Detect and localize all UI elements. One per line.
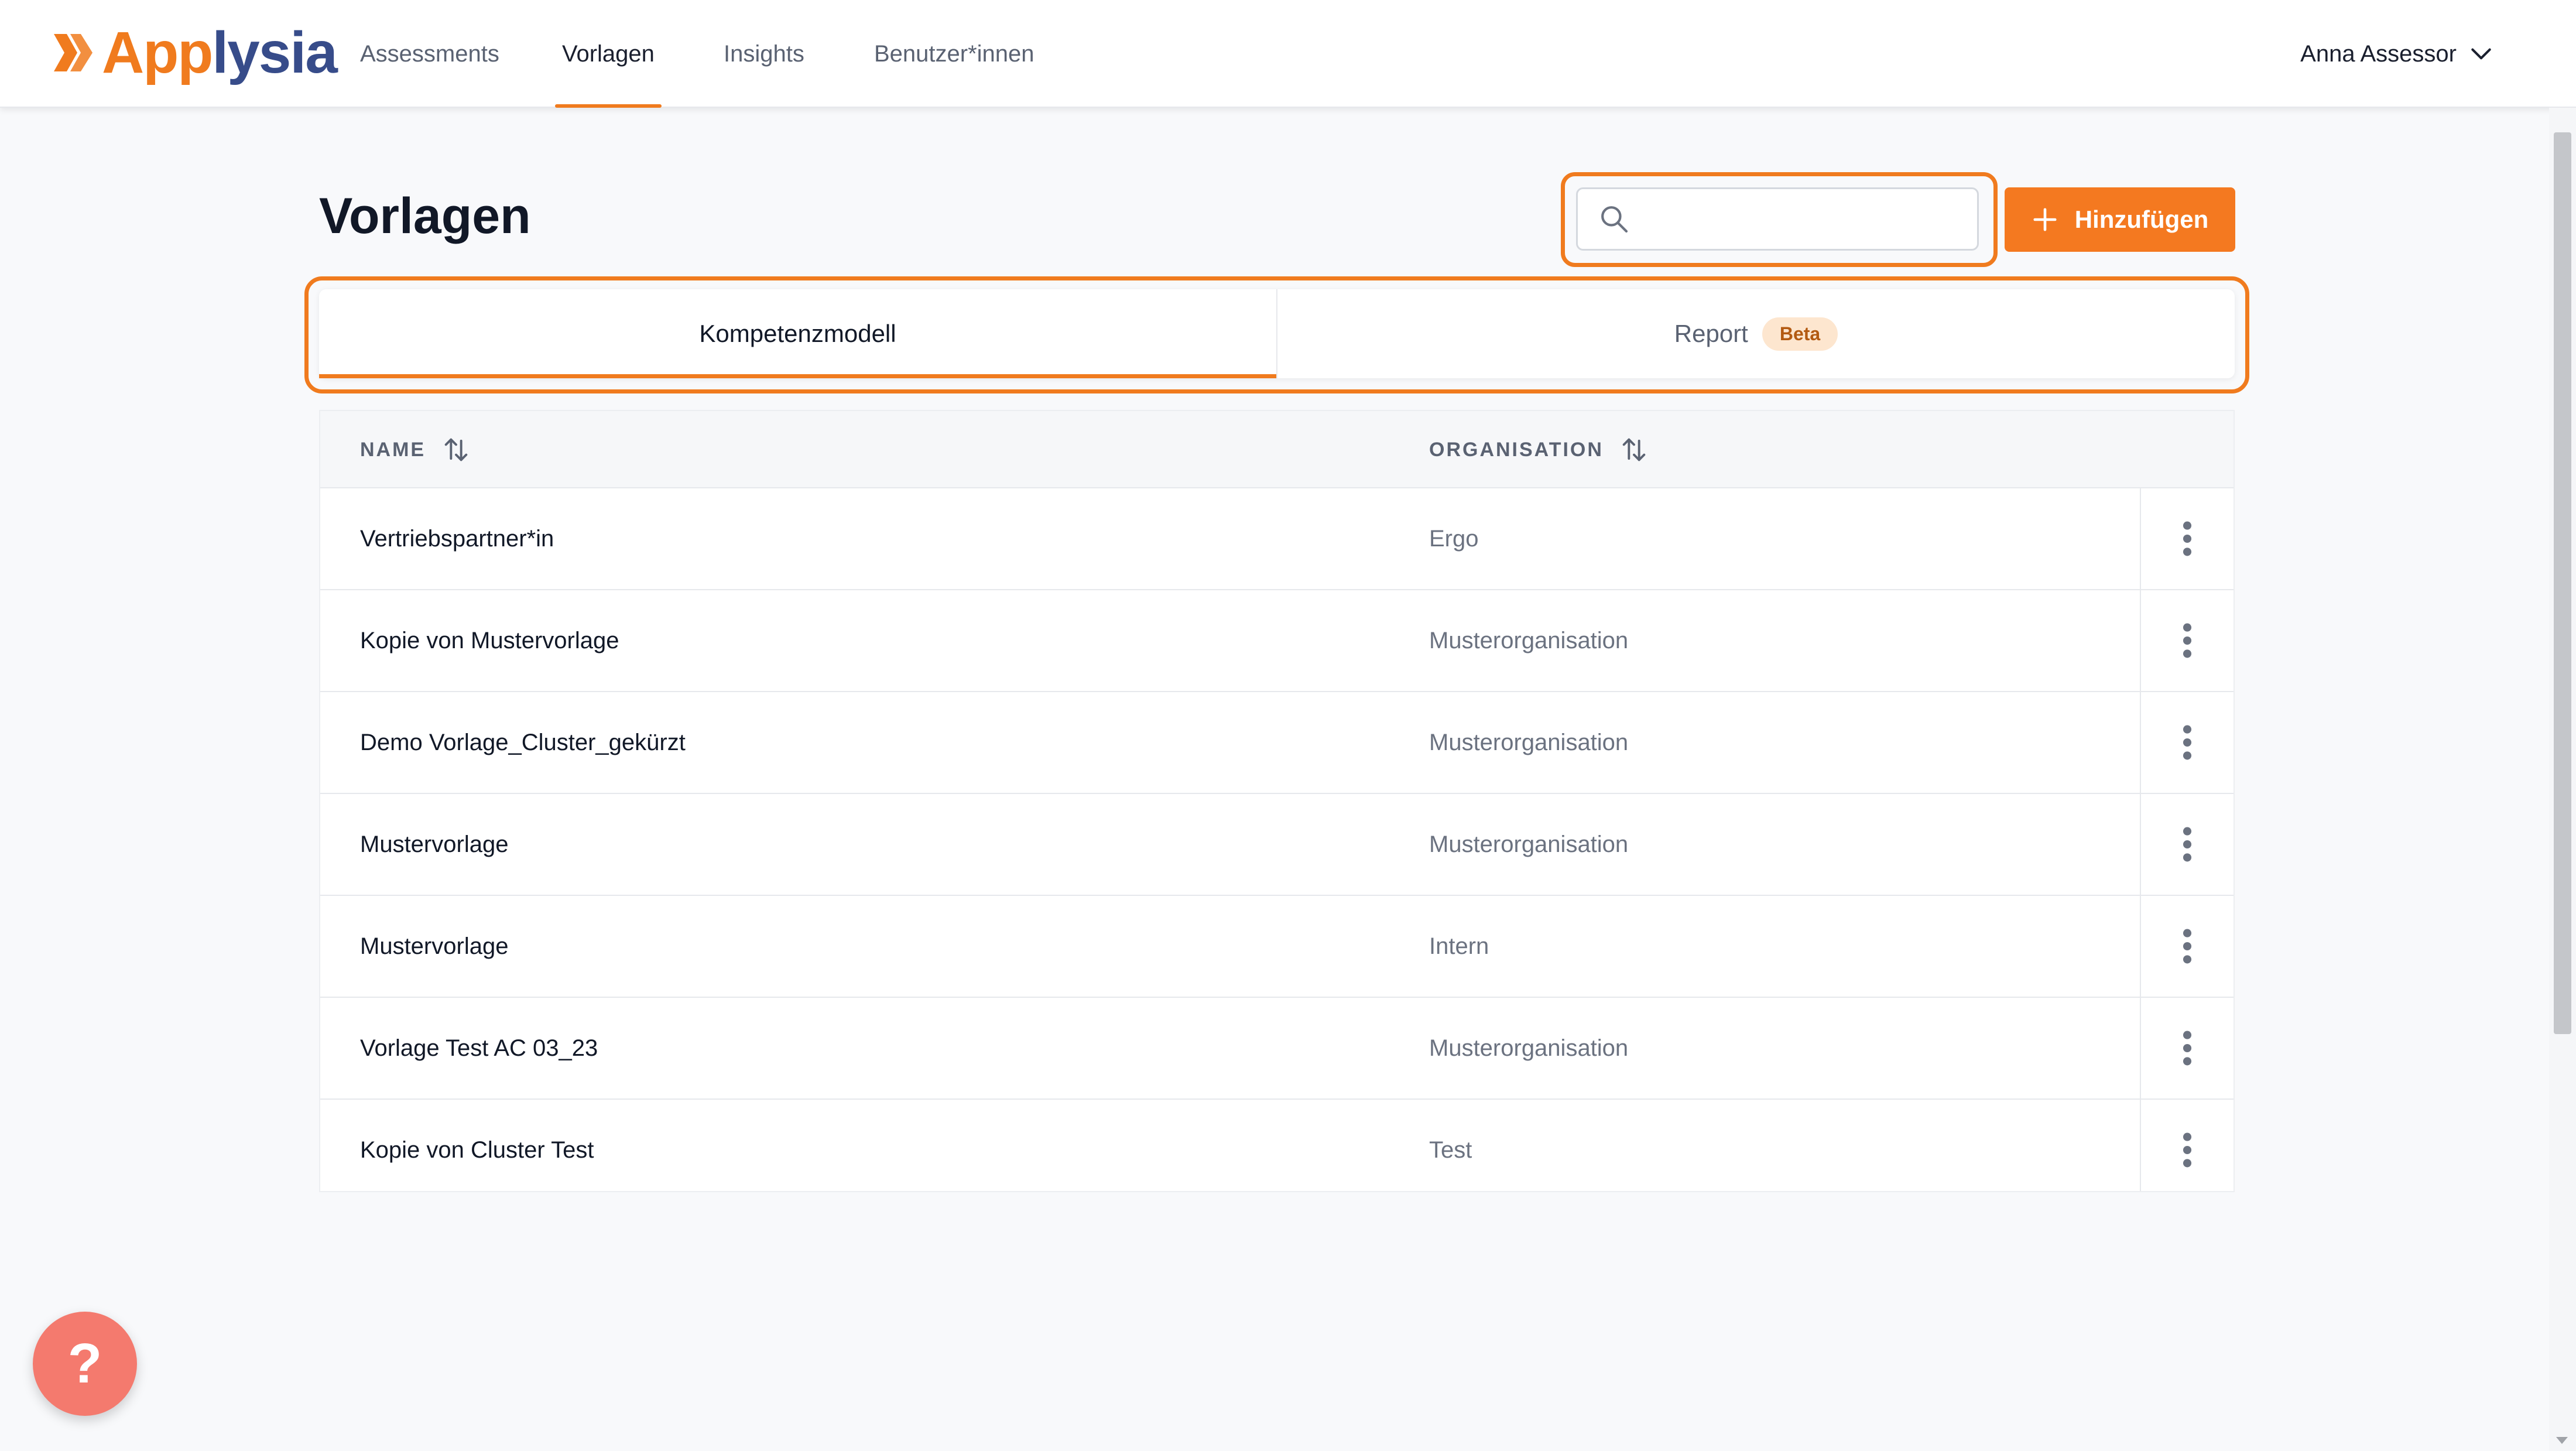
cell-organisation: Musterorganisation xyxy=(1429,627,1629,653)
cell-name: Vertriebspartner*in xyxy=(360,525,554,552)
templates-table: NAME ORGANISATION Vertriebspartner*in Er… xyxy=(319,410,2235,1192)
logo-text-part-1: App xyxy=(102,20,213,85)
row-actions-menu[interactable] xyxy=(2140,590,2234,691)
more-vertical-icon xyxy=(2183,521,2192,556)
cell-organisation: Musterorganisation xyxy=(1429,1035,1629,1061)
help-button[interactable]: ? xyxy=(33,1312,137,1416)
table-row[interactable]: Mustervorlage Intern xyxy=(320,896,2234,998)
more-vertical-icon xyxy=(2183,623,2192,658)
table-row[interactable]: Mustervorlage Musterorganisation xyxy=(320,794,2234,896)
nav-item-benutzer-innen[interactable]: Benutzer*innen xyxy=(874,0,1034,108)
table-row[interactable]: Vorlage Test AC 03_23 Musterorganisation xyxy=(320,998,2234,1100)
search-input[interactable] xyxy=(1642,196,1970,242)
cell-organisation: Test xyxy=(1429,1137,1472,1163)
table-row[interactable]: Kopie von Mustervorlage Musterorganisati… xyxy=(320,590,2234,692)
table-row[interactable]: Vertriebspartner*in Ergo xyxy=(320,488,2234,590)
applysia-logo[interactable]: Applysia xyxy=(52,18,338,88)
logo-text-part-2: lysia xyxy=(212,20,337,85)
row-actions-menu[interactable] xyxy=(2140,692,2234,793)
add-template-button[interactable]: Hinzufügen xyxy=(2005,187,2235,252)
scroll-down-arrow[interactable] xyxy=(2556,1437,2568,1444)
add-button-label: Hinzufügen xyxy=(2074,206,2209,233)
row-actions-menu[interactable] xyxy=(2140,1100,2234,1191)
column-header-name[interactable]: NAME xyxy=(360,411,471,488)
cell-organisation: Musterorganisation xyxy=(1429,729,1629,755)
column-header-organisation[interactable]: ORGANISATION xyxy=(1429,411,1649,488)
search-icon xyxy=(1601,206,1628,233)
plus-icon xyxy=(2033,208,2057,231)
user-name: Anna Assessor xyxy=(2300,40,2457,67)
page-title: Vorlagen xyxy=(319,188,531,244)
nav-item-insights[interactable]: Insights xyxy=(724,0,804,108)
cell-organisation: Ergo xyxy=(1429,525,1479,552)
cell-organisation: Musterorganisation xyxy=(1429,831,1629,857)
logo-chevrons-icon xyxy=(54,34,93,71)
chevron-down-icon xyxy=(2471,48,2491,60)
row-actions-menu[interactable] xyxy=(2140,998,2234,1098)
tab-report[interactable]: Report Beta xyxy=(1276,289,2235,378)
cell-name: Demo Vorlage_Cluster_gekürzt xyxy=(360,729,686,755)
cell-name: Vorlage Test AC 03_23 xyxy=(360,1035,598,1061)
beta-badge: Beta xyxy=(1762,317,1838,351)
row-actions-menu[interactable] xyxy=(2140,488,2234,589)
cell-name: Kopie von Cluster Test xyxy=(360,1137,594,1163)
table-header: NAME ORGANISATION xyxy=(320,411,2234,488)
table-row[interactable]: Demo Vorlage_Cluster_gekürzt Musterorgan… xyxy=(320,692,2234,794)
search-field[interactable] xyxy=(1576,187,1979,251)
row-actions-menu[interactable] xyxy=(2140,896,2234,997)
row-actions-menu[interactable] xyxy=(2140,794,2234,895)
top-navigation-bar: Applysia Assessments Vorlagen Insights B… xyxy=(0,0,2576,108)
scrollbar-thumb[interactable] xyxy=(2554,132,2571,1034)
sort-icon[interactable] xyxy=(1619,434,1649,465)
cell-organisation: Intern xyxy=(1429,933,1489,959)
more-vertical-icon xyxy=(2183,725,2192,760)
more-vertical-icon xyxy=(2183,929,2192,964)
more-vertical-icon xyxy=(2183,827,2192,862)
more-vertical-icon xyxy=(2183,1132,2192,1168)
column-header-label: ORGANISATION xyxy=(1429,438,1604,461)
more-vertical-icon xyxy=(2183,1031,2192,1066)
user-menu[interactable]: Anna Assessor xyxy=(2300,0,2494,108)
tab-kompetenzmodell[interactable]: Kompetenzmodell xyxy=(319,289,1276,378)
table-row[interactable]: Kopie von Cluster Test Test xyxy=(320,1100,2234,1191)
tab-label: Report xyxy=(1674,320,1748,347)
nav-item-vorlagen[interactable]: Vorlagen xyxy=(555,0,662,108)
nav-item-assessments[interactable]: Assessments xyxy=(360,0,499,108)
cell-name: Mustervorlage xyxy=(360,933,509,959)
cell-name: Mustervorlage xyxy=(360,831,509,857)
cell-name: Kopie von Mustervorlage xyxy=(360,627,619,653)
sort-icon[interactable] xyxy=(441,434,471,465)
tab-label: Kompetenzmodell xyxy=(699,320,896,347)
template-type-tabs: Kompetenzmodell Report Beta xyxy=(319,289,2235,378)
column-header-label: NAME xyxy=(360,438,426,461)
